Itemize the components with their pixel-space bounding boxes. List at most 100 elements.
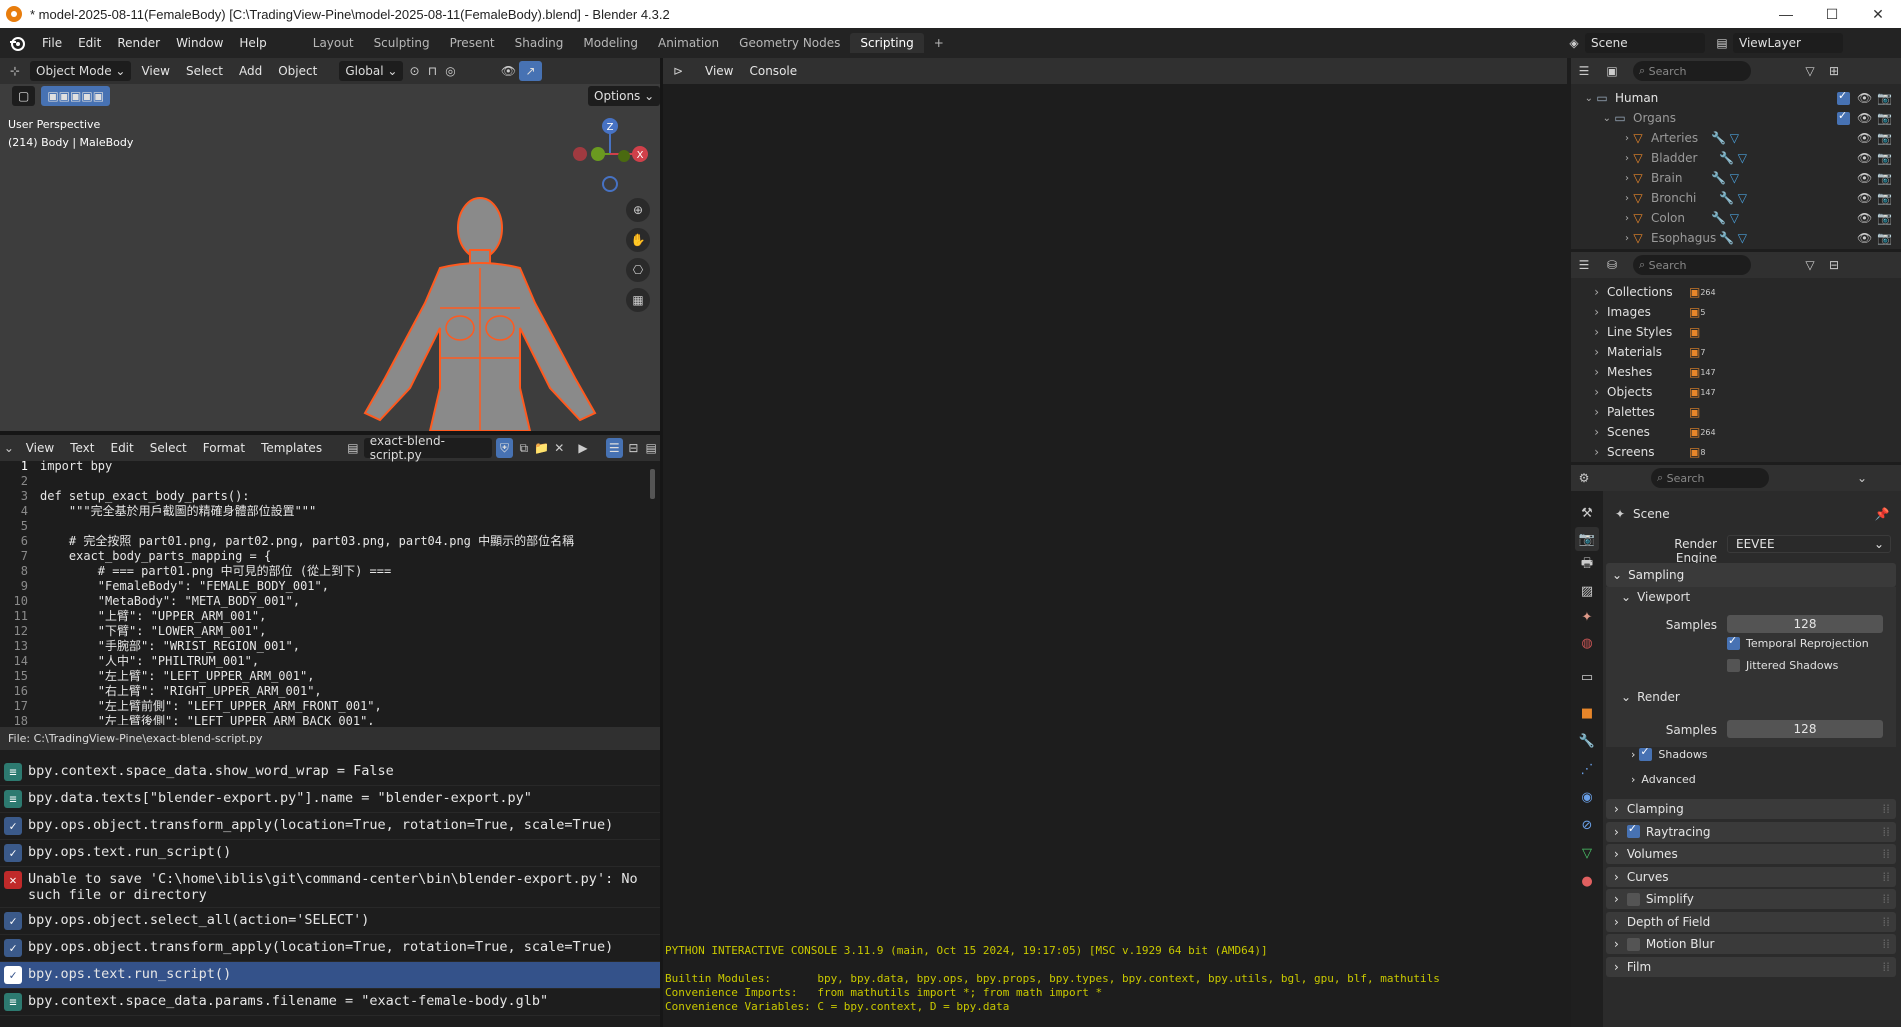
blendfile-category[interactable]: › Materials ▣ 7	[1571, 342, 1901, 362]
section-chevron-icon[interactable]: ›	[1614, 937, 1619, 951]
properties-editor[interactable]: ⚙ ⌕ Search ⌄ ⚒ 📷 🖶 ▨ ✦ ◍ ▭ ■ 🔧 ⋰ ◉ ⊘ ▽ ●…	[1571, 465, 1901, 1027]
code-line[interactable]: 4 """完全基於用戶截圖的精確身體部位設置"""	[0, 504, 650, 519]
tab-modeling[interactable]: Modeling	[573, 33, 648, 53]
expand-chevron-icon[interactable]: ›	[1571, 405, 1599, 419]
properties-search[interactable]: ⌕ Search	[1651, 468, 1769, 488]
blendfile-filter-icon[interactable]: ▽	[1801, 256, 1819, 274]
duplicate-text-icon[interactable]: ⧉	[515, 439, 533, 457]
section-enable-checkbox[interactable]	[1626, 892, 1640, 906]
expand-chevron-icon[interactable]: ›	[1571, 285, 1599, 299]
temporal-reprojection-checkbox[interactable]	[1727, 634, 1740, 650]
expand-chevron-icon[interactable]: ›	[1571, 425, 1599, 439]
exclude-checkbox[interactable]	[1837, 109, 1850, 125]
code-line[interactable]: 10 "MetaBody": "META_BODY_001",	[0, 594, 650, 609]
section-chevron-icon[interactable]: ›	[1614, 802, 1619, 816]
text-menu-format[interactable]: Format	[195, 441, 253, 455]
snap-icon[interactable]: ⊓	[423, 62, 441, 80]
select-tool-icon[interactable]: ▢	[12, 86, 36, 106]
scene-icon[interactable]: ◈	[1565, 34, 1583, 52]
drag-grip-icon[interactable]: ⁞⁞	[1882, 870, 1890, 884]
properties-section-header[interactable]: › Volumes ⁞⁞	[1606, 844, 1896, 864]
tab-present[interactable]: Present	[440, 33, 505, 53]
modifier-data-icon[interactable]: 🔧 ▽	[1711, 211, 1739, 225]
menu-help[interactable]: Help	[231, 36, 274, 50]
visibility-eye-icon[interactable]: 👁	[1857, 211, 1872, 225]
sampling-panel-header[interactable]: ⌄ Sampling	[1606, 563, 1896, 587]
render-camera-icon[interactable]: 📷	[1877, 151, 1892, 165]
console-menu-view[interactable]: View	[697, 64, 741, 78]
viewport-subpanel-header[interactable]: ⌄ Viewport	[1621, 590, 1690, 604]
info-log-row[interactable]: ✓ bpy.ops.text.run_script()	[0, 962, 660, 989]
outliner-item[interactable]: › ▽ Colon 🔧 ▽ 👁 📷	[1571, 208, 1901, 228]
blender-logo-icon[interactable]	[8, 34, 26, 52]
gizmo-toggle-icon[interactable]: ↗	[519, 61, 542, 81]
material-tab-icon[interactable]: ●	[1575, 869, 1599, 893]
fake-user-shield-icon[interactable]: ⛨	[495, 438, 513, 458]
section-enable-checkbox[interactable]	[1626, 937, 1640, 951]
properties-section-header[interactable]: › Clamping ⁞⁞	[1606, 799, 1896, 819]
object-tab-icon[interactable]: ■	[1575, 701, 1599, 725]
disclosure-chevron-icon[interactable]: ⌄	[1571, 113, 1611, 124]
syntax-highlight-icon[interactable]: ▤	[642, 439, 660, 457]
viewport-menu-object[interactable]: Object	[270, 64, 325, 78]
open-folder-icon[interactable]: 📁	[533, 439, 551, 457]
tab-sculpting[interactable]: Sculpting	[364, 33, 440, 53]
code-line[interactable]: 7 exact_body_parts_mapping = {	[0, 549, 650, 564]
drag-grip-icon[interactable]: ⁞⁞	[1882, 802, 1890, 816]
outliner-item[interactable]: › ▽ Bronchi 🔧 ▽ 👁 📷	[1571, 188, 1901, 208]
expand-chevron-icon[interactable]: ›	[1571, 365, 1599, 379]
drag-grip-icon[interactable]: ⁞⁞	[1882, 937, 1890, 951]
drag-grip-icon[interactable]: ⁞⁞	[1882, 915, 1890, 929]
world-tab-icon[interactable]: ◍	[1575, 631, 1599, 655]
modifier-tab-icon[interactable]: 🔧	[1575, 729, 1599, 753]
outliner-item[interactable]: ⌄ ▭ Organs 👁 📷	[1571, 108, 1901, 128]
code-line[interactable]: 5	[0, 519, 650, 534]
viewlayer-selector[interactable]: ViewLayer	[1733, 33, 1843, 53]
section-chevron-icon[interactable]: ›	[1614, 870, 1619, 884]
code-line[interactable]: 8 # === part01.png 中可見的部位 (從上到下) ===	[0, 564, 650, 579]
render-camera-icon[interactable]: 📷	[1877, 91, 1892, 105]
viewport-menu-select[interactable]: Select	[178, 64, 231, 78]
expand-chevron-icon[interactable]: ›	[1571, 345, 1599, 359]
new-collection-icon[interactable]: ⊞	[1825, 62, 1843, 80]
info-log-row[interactable]: ✓ bpy.ops.text.run_script()	[0, 840, 660, 867]
text-browse-icon[interactable]: ▤	[344, 439, 362, 457]
visibility-eye-icon[interactable]: 👁	[1857, 171, 1872, 185]
blendfile-search[interactable]: ⌕ Search	[1633, 255, 1751, 275]
outliner-item[interactable]: ⌄ ▭ Human 👁 📷	[1571, 88, 1901, 108]
info-log-panel[interactable]: ≡ bpy.context.space_data.show_word_wrap =…	[0, 753, 660, 1027]
info-log-row[interactable]: ✕ Unable to save 'C:\home\iblis\git\comma…	[0, 867, 660, 908]
visibility-eye-icon[interactable]: 👁	[1857, 231, 1872, 245]
expand-chevron-icon[interactable]: ›	[1571, 445, 1599, 459]
section-chevron-icon[interactable]: ›	[1614, 915, 1619, 929]
visibility-eye-icon[interactable]: 👁	[1857, 151, 1872, 165]
run-script-icon[interactable]: ▶	[574, 439, 592, 457]
editor-collapse-icon[interactable]: ⌄	[0, 439, 18, 457]
close-button[interactable]: ✕	[1855, 0, 1901, 28]
visibility-eye-icon[interactable]: 👁	[1857, 191, 1872, 205]
word-wrap-icon[interactable]: ⊟	[625, 439, 643, 457]
scene-selector[interactable]: Scene	[1585, 33, 1705, 53]
tab-layout[interactable]: Layout	[303, 33, 364, 53]
text-menu-view[interactable]: View	[18, 441, 62, 455]
line-numbers-icon[interactable]: ☰	[605, 438, 623, 458]
exclude-checkbox[interactable]	[1837, 89, 1850, 105]
viewport-menu-view[interactable]: View	[133, 64, 177, 78]
editor-type-icon[interactable]: ⊹	[6, 62, 24, 80]
menu-window[interactable]: Window	[168, 36, 231, 50]
properties-section-header[interactable]: › Raytracing ⁞⁞	[1606, 821, 1896, 842]
text-menu-templates[interactable]: Templates	[253, 441, 330, 455]
drag-grip-icon[interactable]: ⁞⁞	[1882, 825, 1890, 839]
viewport-menu-add[interactable]: Add	[231, 64, 270, 78]
info-log-row[interactable]: ✓ bpy.ops.object.transform_apply(location…	[0, 813, 660, 840]
disclosure-chevron-icon[interactable]: ›	[1571, 153, 1629, 164]
text-menu-select[interactable]: Select	[142, 441, 195, 455]
tab-geometry-nodes[interactable]: Geometry Nodes	[729, 33, 850, 53]
disclosure-chevron-icon[interactable]: ›	[1571, 193, 1629, 204]
code-line[interactable]: 14 "人中": "PHILTRUM_001",	[0, 654, 650, 669]
outliner-item[interactable]: › ▽ Esophagus 🔧 ▽ 👁 📷	[1571, 228, 1901, 248]
code-line[interactable]: 3 def setup_exact_body_parts():	[0, 489, 650, 504]
disclosure-chevron-icon[interactable]: ›	[1571, 233, 1629, 244]
text-menu-edit[interactable]: Edit	[102, 441, 141, 455]
menu-render[interactable]: Render	[109, 36, 168, 50]
